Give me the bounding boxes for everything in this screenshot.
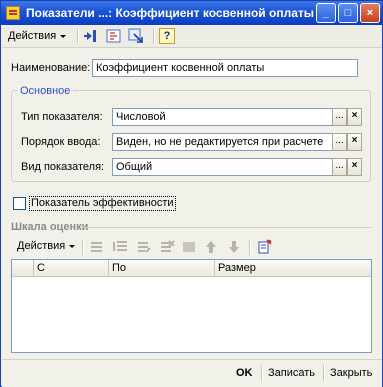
scale-table-header: С По Размер [12, 260, 371, 277]
form-window: Показатели ...: Коэффициент косвенной оп… [0, 0, 383, 387]
section-divider [81, 227, 372, 228]
form-toolbar: Действия ? [2, 25, 382, 48]
input-order-field[interactable]: Виден, но не редактируется при расчете [112, 133, 333, 151]
scale-actions-menu[interactable]: Действия [13, 238, 79, 254]
app-icon [6, 6, 20, 20]
save-button[interactable]: Записать [268, 365, 315, 381]
minimize-button[interactable]: _ [316, 3, 336, 23]
add-row-icon[interactable] [89, 239, 105, 255]
table-settings-icon[interactable] [256, 239, 272, 255]
footer-separator [323, 365, 325, 381]
arrow-up-icon[interactable] [203, 239, 219, 255]
column-header-size[interactable]: Размер [215, 260, 371, 276]
column-header-to[interactable]: По [109, 260, 215, 276]
scale-table[interactable]: С По Размер [11, 259, 372, 353]
close-button[interactable]: Закрыть [330, 365, 372, 381]
title-bar[interactable]: Показатели ...: Коэффициент косвенной оп… [1, 1, 382, 25]
row-marker-column [12, 260, 34, 276]
name-label: Наименование: [11, 62, 91, 74]
go-back-icon[interactable] [83, 28, 99, 44]
kind-clear-button[interactable]: × [347, 158, 362, 176]
type-field[interactable]: Числовой [112, 108, 333, 126]
actions-menu-label: Действия [8, 30, 57, 42]
help-icon[interactable]: ? [159, 28, 175, 44]
structure-icon[interactable] [106, 28, 122, 44]
type-clear-button[interactable]: × [347, 108, 362, 126]
toolbar-separator [77, 28, 79, 44]
column-header-from[interactable]: С [34, 260, 109, 276]
delete-row-icon[interactable] [159, 239, 175, 255]
footer-separator [261, 365, 263, 381]
chevron-down-icon [60, 34, 67, 38]
type-select-button[interactable]: ... [332, 108, 347, 126]
kind-select-button[interactable]: ... [332, 158, 347, 176]
ok-button[interactable]: OK [236, 365, 253, 381]
input-order-select-button[interactable]: ... [332, 133, 347, 151]
kind-field[interactable]: Общий [112, 158, 333, 176]
type-label: Тип показателя: [21, 111, 103, 123]
scale-section-title: Шкала оценки [11, 221, 89, 233]
input-order-label: Порядок ввода: [21, 136, 101, 148]
window-title: Показатели ...: Коэффициент косвенной оп… [26, 6, 314, 20]
toolbar-separator [249, 239, 251, 255]
edit-row-icon[interactable] [136, 239, 152, 255]
scale-actions-label: Действия [17, 240, 66, 252]
chevron-down-icon [69, 244, 76, 248]
efficiency-checkbox-label[interactable]: Показатель эффективности [29, 196, 176, 211]
close-window-button[interactable]: × [360, 3, 380, 23]
maximize-button[interactable]: □ [338, 3, 358, 23]
name-field[interactable]: Коэффициент косвенной оплаты [92, 59, 358, 77]
form-footer: OK Записать Закрыть [2, 359, 382, 387]
arrow-down-icon[interactable] [226, 239, 242, 255]
refresh-icon[interactable] [128, 28, 144, 44]
end-edit-icon[interactable] [181, 239, 197, 255]
actions-menu[interactable]: Действия [4, 28, 70, 44]
efficiency-checkbox[interactable] [13, 197, 26, 210]
toolbar-separator [153, 28, 155, 44]
kind-label: Вид показателя: [21, 161, 105, 173]
input-order-clear-button[interactable]: × [347, 133, 362, 151]
toolbar-separator [82, 239, 84, 255]
copy-row-icon[interactable] [113, 239, 129, 255]
main-group-title: Основное [17, 84, 74, 98]
